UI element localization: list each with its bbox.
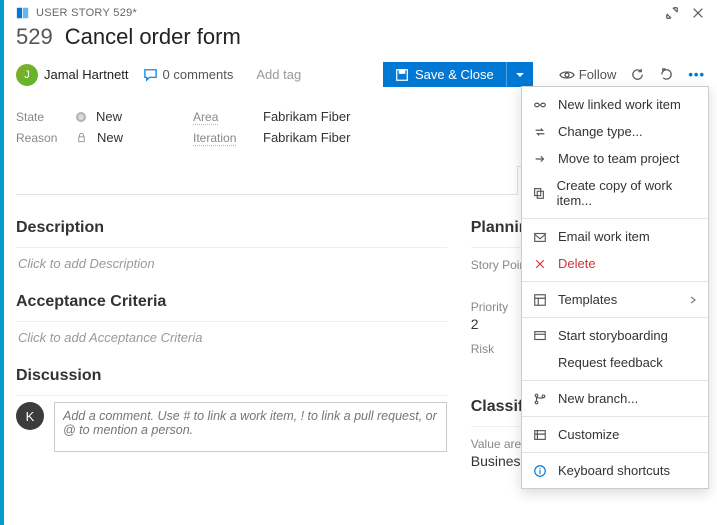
- description-heading: Description: [16, 219, 447, 237]
- acceptance-input[interactable]: Click to add Acceptance Criteria: [18, 330, 447, 345]
- iteration-label: Iteration: [193, 131, 259, 145]
- follow-label: Follow: [579, 67, 617, 82]
- change-type-icon: [532, 125, 548, 139]
- area-label: Area: [193, 110, 259, 124]
- discussion-heading: Discussion: [16, 367, 447, 385]
- refresh-icon[interactable]: [630, 67, 645, 82]
- menu-move-team[interactable]: Move to team project: [522, 145, 708, 172]
- description-input[interactable]: Click to add Description: [18, 256, 447, 271]
- menu-templates[interactable]: Templates: [522, 286, 708, 313]
- comment-icon: [143, 67, 158, 82]
- lock-icon: [76, 132, 87, 143]
- acceptance-heading: Acceptance Criteria: [16, 293, 447, 311]
- info-icon: [532, 464, 548, 478]
- menu-new-branch[interactable]: New branch...: [522, 385, 708, 412]
- menu-customize[interactable]: Customize: [522, 421, 708, 448]
- chevron-right-icon: [688, 295, 698, 305]
- discussion-input[interactable]: [54, 402, 447, 452]
- more-actions-menu: New linked work item Change type... Move…: [521, 86, 709, 489]
- eye-icon: [559, 67, 575, 83]
- templates-icon: [532, 293, 548, 307]
- assignee-field[interactable]: J Jamal Hartnett: [16, 64, 129, 86]
- menu-feedback[interactable]: Request feedback: [522, 349, 708, 376]
- save-close-button[interactable]: Save & Close: [383, 62, 533, 87]
- comments-button[interactable]: 0 comments: [143, 67, 234, 82]
- state-dot-icon: [76, 112, 86, 122]
- branch-icon: [532, 392, 548, 406]
- menu-storyboard[interactable]: Start storyboarding: [522, 322, 708, 349]
- menu-delete[interactable]: Delete: [522, 250, 708, 277]
- save-dropdown-button[interactable]: [506, 62, 533, 87]
- save-label: Save & Close: [415, 67, 494, 82]
- area-value[interactable]: Fabrikam Fiber: [263, 109, 350, 124]
- iteration-value[interactable]: Fabrikam Fiber: [263, 130, 350, 145]
- copy-icon: [532, 186, 547, 200]
- delete-icon: [532, 258, 548, 270]
- work-item-title[interactable]: Cancel order form: [65, 24, 241, 50]
- expand-icon[interactable]: [665, 6, 679, 20]
- state-value[interactable]: New: [96, 109, 122, 124]
- assignee-name: Jamal Hartnett: [44, 67, 129, 82]
- close-icon[interactable]: [691, 6, 705, 20]
- work-item-id: 529: [16, 24, 53, 50]
- menu-email[interactable]: Email work item: [522, 223, 708, 250]
- more-actions-button[interactable]: •••: [688, 67, 705, 82]
- add-tag-button[interactable]: Add tag: [247, 63, 310, 86]
- work-item-type-label: USER STORY 529*: [36, 7, 137, 19]
- reason-value[interactable]: New: [97, 130, 123, 145]
- comments-count: 0 comments: [163, 67, 234, 82]
- current-user-avatar: K: [16, 402, 44, 430]
- menu-change-type[interactable]: Change type...: [522, 118, 708, 145]
- save-icon: [395, 68, 409, 82]
- link-add-icon: [532, 98, 548, 112]
- follow-button[interactable]: Follow: [559, 67, 617, 83]
- move-icon: [532, 152, 548, 166]
- menu-new-linked[interactable]: New linked work item: [522, 91, 708, 118]
- menu-shortcuts[interactable]: Keyboard shortcuts: [522, 457, 708, 484]
- storyboard-icon: [532, 329, 548, 343]
- reason-label: Reason: [16, 131, 72, 145]
- customize-icon: [532, 428, 548, 442]
- email-icon: [532, 230, 548, 244]
- state-label: State: [16, 110, 72, 124]
- avatar: J: [16, 64, 38, 86]
- menu-create-copy[interactable]: Create copy of work item...: [522, 172, 708, 214]
- undo-icon[interactable]: [659, 67, 674, 82]
- work-item-type-icon: [16, 6, 30, 20]
